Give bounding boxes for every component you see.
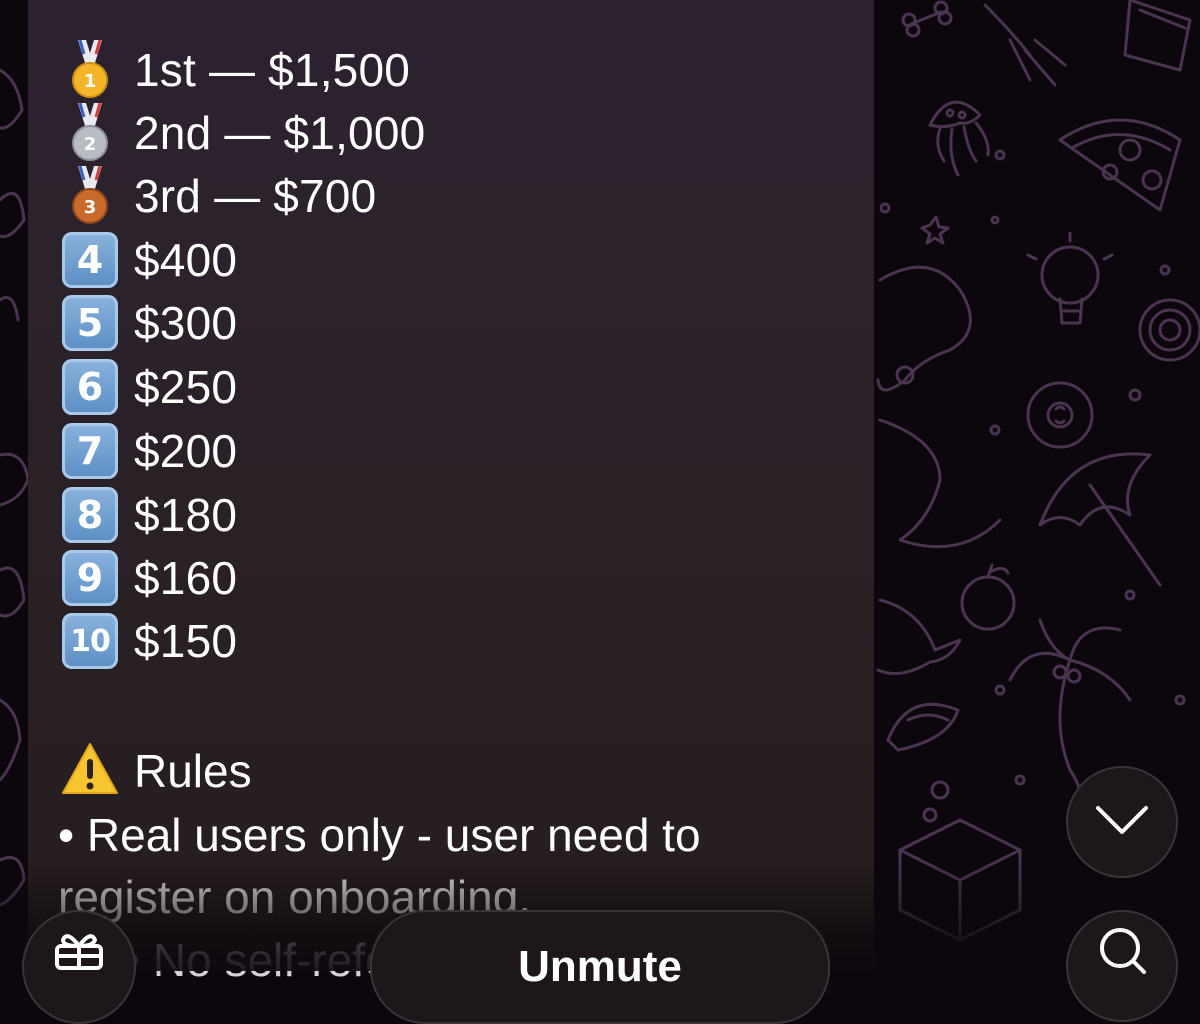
- gift-button[interactable]: [22, 910, 136, 1024]
- prize-text: 3rd — $700: [134, 170, 377, 222]
- prize-text: 1st — $1,500: [134, 44, 411, 96]
- unmute-button[interactable]: Unmute: [370, 910, 830, 1024]
- search-button[interactable]: [1066, 910, 1178, 1022]
- rules-heading: Rules: [60, 740, 252, 802]
- keycap-8-icon: 8: [62, 487, 118, 543]
- prize-row-9: 9 $160: [60, 548, 237, 608]
- gift-icon: [53, 930, 105, 975]
- svg-text:1: 1: [84, 71, 97, 92]
- unmute-label: Unmute: [518, 942, 682, 991]
- prize-text: $200: [134, 425, 238, 477]
- keycap-7-icon: 7: [62, 423, 118, 479]
- prize-text: 2nd — $1,000: [134, 107, 426, 159]
- prize-row-1: 1 1st — $1,500: [60, 40, 410, 100]
- prize-row-3: 3 3rd — $700: [60, 166, 376, 226]
- prize-row-2: 2 2nd — $1,000: [60, 103, 425, 163]
- prize-row-8: 8 $180: [60, 485, 237, 545]
- keycap-6-icon: 6: [62, 359, 118, 415]
- prize-text: $180: [134, 489, 238, 541]
- keycap-5-icon: 5: [62, 295, 118, 351]
- prize-row-5: 5 $300: [60, 293, 237, 353]
- prize-text: $150: [134, 615, 238, 667]
- warning-icon: [60, 741, 120, 802]
- prize-text: $300: [134, 297, 238, 349]
- message-bubble: 1 1st — $1,500 2 2nd — $1,000 3 3rd — $7…: [28, 0, 874, 986]
- keycap-10-icon: 10: [62, 613, 118, 669]
- prize-row-4: 4 $400: [60, 230, 237, 290]
- bronze-medal-icon: 3: [60, 166, 120, 226]
- prize-row-6: 6 $250: [60, 357, 237, 417]
- keycap-9-icon: 9: [62, 550, 118, 606]
- rules-title: Rules: [134, 745, 252, 797]
- svg-text:2: 2: [84, 134, 97, 155]
- keycap-4-icon: 4: [62, 232, 118, 288]
- svg-text:3: 3: [84, 197, 97, 218]
- prize-row-10: 10 $150: [60, 611, 237, 671]
- prize-text: $400: [134, 234, 238, 286]
- scroll-to-bottom-button[interactable]: [1066, 766, 1178, 878]
- chevron-down-icon: [1094, 804, 1150, 841]
- search-icon: [1096, 924, 1148, 981]
- prize-text: $160: [134, 552, 238, 604]
- prize-row-7: 7 $200: [60, 421, 237, 481]
- rule-line-1: • Real users only - user need to: [58, 809, 701, 861]
- prize-text: $250: [134, 361, 238, 413]
- silver-medal-icon: 2: [60, 103, 120, 163]
- gold-medal-icon: 1: [60, 40, 120, 100]
